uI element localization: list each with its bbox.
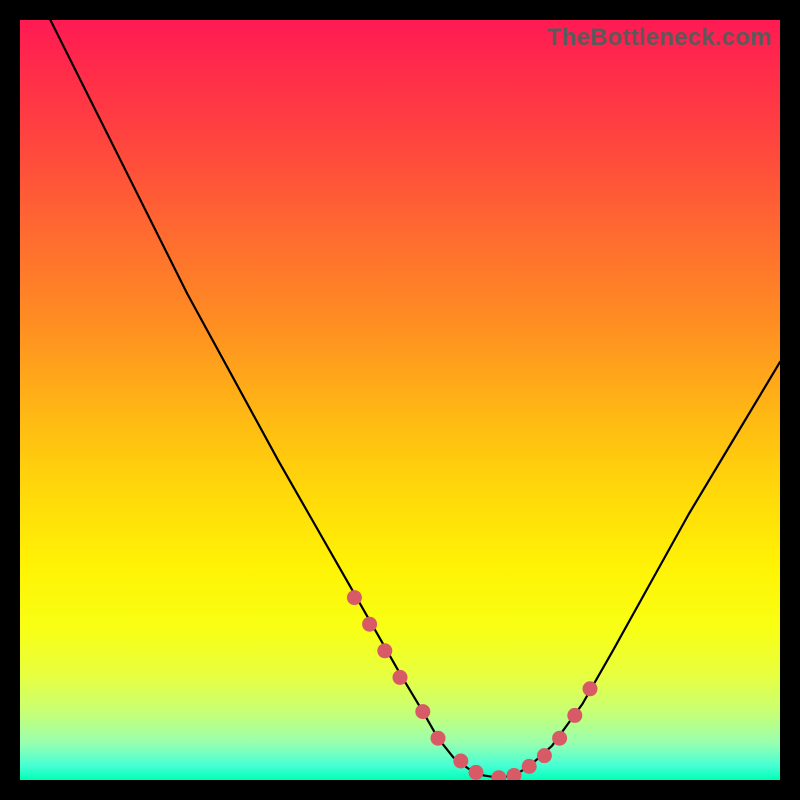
plot-area: TheBottleneck.com: [20, 20, 780, 780]
data-dot: [522, 759, 537, 774]
data-dot: [377, 643, 392, 658]
data-dot: [431, 731, 446, 746]
data-dot: [347, 590, 362, 605]
data-dot: [552, 731, 567, 746]
chart-frame: TheBottleneck.com: [0, 0, 800, 800]
data-dot: [567, 708, 582, 723]
data-dot: [393, 670, 408, 685]
data-dot: [469, 765, 484, 780]
data-dot: [415, 704, 430, 719]
data-dot: [362, 617, 377, 632]
curve-layer: [20, 20, 780, 780]
data-dot: [583, 681, 598, 696]
data-dot: [491, 770, 506, 780]
data-dot: [453, 754, 468, 769]
data-dot: [507, 768, 522, 780]
bottleneck-curve: [50, 20, 780, 778]
data-dots: [347, 590, 598, 780]
data-dot: [537, 748, 552, 763]
